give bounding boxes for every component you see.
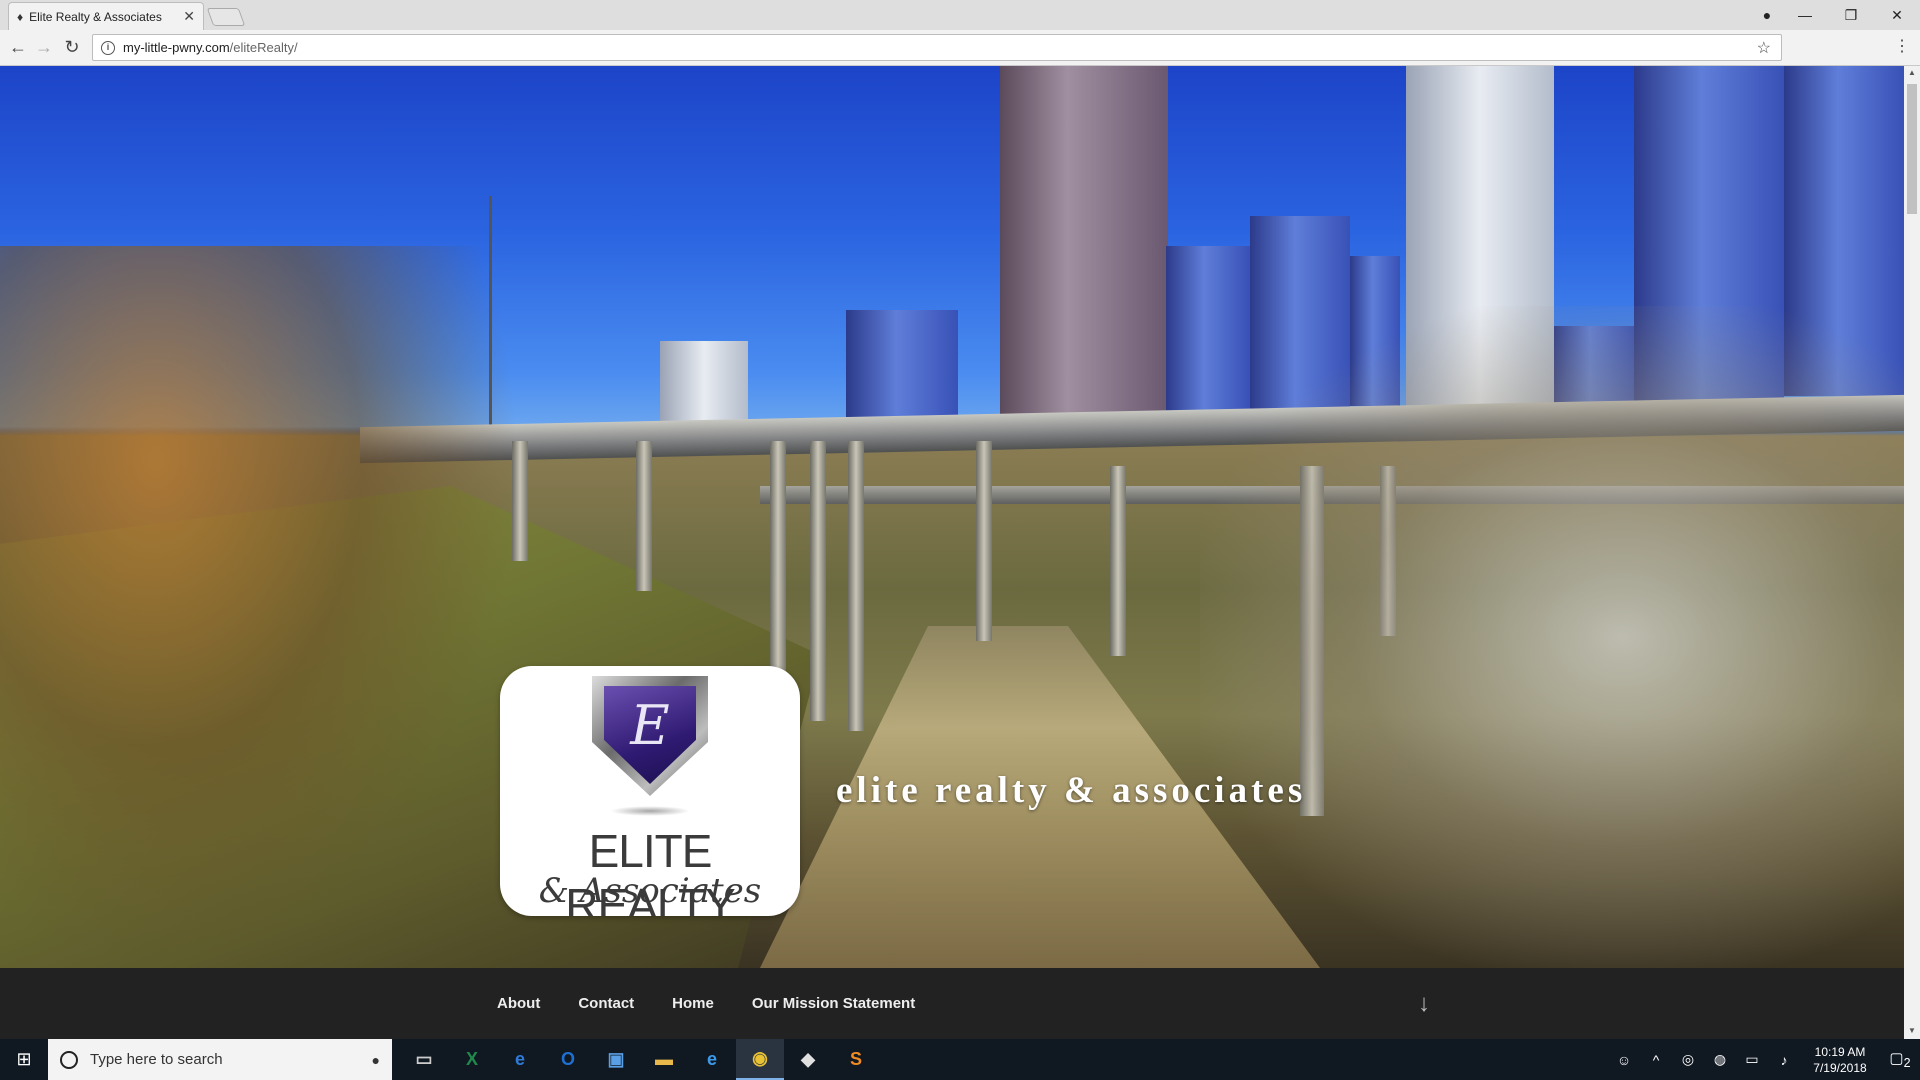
network-globe-icon[interactable]: ◍ xyxy=(1704,1051,1736,1068)
shield-shadow xyxy=(610,806,690,816)
scroll-up-arrow-icon[interactable]: ▲ xyxy=(1908,68,1916,77)
file-explorer-icon[interactable]: ▬ xyxy=(640,1039,688,1080)
notification-count: 2 xyxy=(1903,1056,1911,1070)
site-navbar: About Contact Home Our Mission Statement… xyxy=(0,968,1904,1039)
taskbar-apps: ▭ X e O ▣ ▬ e ◉ ◆ S xyxy=(400,1039,880,1080)
system-tray: ☺ ^ ◎ ◍ ▭ ♪ 10:19 AM 7/19/2018 ▢2 xyxy=(1608,1039,1920,1080)
reload-icon[interactable]: ↻ xyxy=(60,37,84,58)
trees-left xyxy=(0,246,520,966)
clock-time: 10:19 AM xyxy=(1814,1044,1866,1059)
browser-toolbar: ← → ↻ i my-little-pwny.com/eliteRealty/ … xyxy=(0,30,1920,66)
taskbar-search-box[interactable]: Type here to search ● xyxy=(48,1039,392,1080)
bridge-pillar xyxy=(848,441,864,731)
edge-icon[interactable]: e xyxy=(496,1039,544,1080)
git-icon[interactable]: ◆ xyxy=(784,1039,832,1080)
remote-desktop-icon[interactable]: ▣ xyxy=(592,1039,640,1080)
windows-start-icon[interactable]: ⊞ xyxy=(0,1039,48,1080)
logo-subtitle: & Associates xyxy=(538,871,762,911)
sublime-text-icon[interactable]: S xyxy=(832,1039,880,1080)
nav-item-mission-statement[interactable]: Our Mission Statement xyxy=(752,995,915,1012)
scroll-down-icon[interactable]: ▼ xyxy=(1908,1026,1916,1035)
nav-item-contact[interactable]: Contact xyxy=(578,995,634,1012)
task-view-icon[interactable]: ▭ xyxy=(400,1039,448,1080)
people-icon[interactable]: ☺ xyxy=(1608,1052,1640,1068)
shield-letter: E xyxy=(630,694,670,757)
bridge-pillar xyxy=(636,441,652,591)
window-controls: ● — ❐ ✕ xyxy=(1752,0,1920,30)
page-viewport: E ELITE REALTY & Associates elite realty… xyxy=(0,66,1904,1039)
show-hidden-icons-icon[interactable]: ^ xyxy=(1640,1052,1672,1068)
back-arrow-icon[interactable]: ← xyxy=(6,37,30,58)
site-title: elite realty & associates xyxy=(836,770,1307,811)
restore-icon[interactable]: ❐ xyxy=(1828,7,1874,24)
hero-section: E ELITE REALTY & Associates elite realty… xyxy=(0,66,1904,968)
internet-explorer-icon[interactable]: e xyxy=(688,1039,736,1080)
chrome-icon[interactable]: ◉ xyxy=(736,1039,784,1080)
tab-title: Elite Realty & Associates xyxy=(29,9,162,24)
bridge-pillar xyxy=(976,441,992,641)
url-text[interactable]: my-little-pwny.com/eliteRealty/ xyxy=(123,40,298,55)
sync-icon[interactable]: ◎ xyxy=(1672,1051,1704,1068)
tab-close-icon[interactable]: ✕ xyxy=(183,8,195,25)
volume-icon[interactable]: ♪ xyxy=(1768,1052,1800,1068)
action-center-icon[interactable]: ▢2 xyxy=(1880,1049,1920,1070)
page-scrollbar[interactable]: ▲ ▼ xyxy=(1904,66,1920,1039)
scrollbar-thumb[interactable] xyxy=(1907,84,1917,214)
elite-realty-logo[interactable]: E ELITE REALTY & Associates xyxy=(500,666,800,916)
new-tab-button[interactable] xyxy=(206,8,246,26)
scroll-down-arrow-icon[interactable]: ↓ xyxy=(1418,990,1430,1018)
minimize-icon[interactable]: — xyxy=(1782,7,1828,23)
bridge-pillar xyxy=(770,441,786,701)
address-bar[interactable]: i my-little-pwny.com/eliteRealty/ ☆ xyxy=(92,34,1782,61)
search-placeholder: Type here to search xyxy=(90,1051,223,1068)
profile-icon[interactable]: ● xyxy=(1752,7,1782,23)
tab-favicon-icon: ♦ xyxy=(17,9,24,24)
taskbar-clock[interactable]: 10:19 AM 7/19/2018 xyxy=(1800,1044,1880,1076)
bridge-pillar xyxy=(810,441,826,721)
outlook-icon[interactable]: O xyxy=(544,1039,592,1080)
windows-taskbar: ⊞ Type here to search ● ▭ X e O ▣ ▬ e ◉ … xyxy=(0,1039,1920,1080)
kebab-menu-icon[interactable]: ⋮ xyxy=(1894,36,1910,56)
close-window-icon[interactable]: ✕ xyxy=(1874,7,1920,24)
network-icon[interactable]: ▭ xyxy=(1736,1051,1768,1068)
bookmark-star-icon[interactable]: ☆ xyxy=(1757,38,1771,58)
url-path: /eliteRealty/ xyxy=(229,40,298,55)
building xyxy=(1000,66,1168,426)
url-host: my-little-pwny.com xyxy=(123,40,230,55)
forward-arrow-icon[interactable]: → xyxy=(32,37,56,58)
trees-right xyxy=(1200,306,1904,968)
clock-date: 7/19/2018 xyxy=(1813,1060,1867,1075)
browser-titlebar: ♦ Elite Realty & Associates ✕ ● — ❐ ✕ xyxy=(0,0,1920,30)
info-icon[interactable]: i xyxy=(101,40,115,55)
browser-tab[interactable]: ♦ Elite Realty & Associates ✕ xyxy=(8,2,204,30)
microphone-icon[interactable]: ● xyxy=(372,1052,380,1068)
nav-item-home[interactable]: Home xyxy=(672,995,714,1012)
excel-icon[interactable]: X xyxy=(448,1039,496,1080)
bridge-pillar xyxy=(1110,466,1126,656)
nav-item-about[interactable]: About xyxy=(497,995,540,1012)
cortana-icon xyxy=(60,1050,78,1069)
